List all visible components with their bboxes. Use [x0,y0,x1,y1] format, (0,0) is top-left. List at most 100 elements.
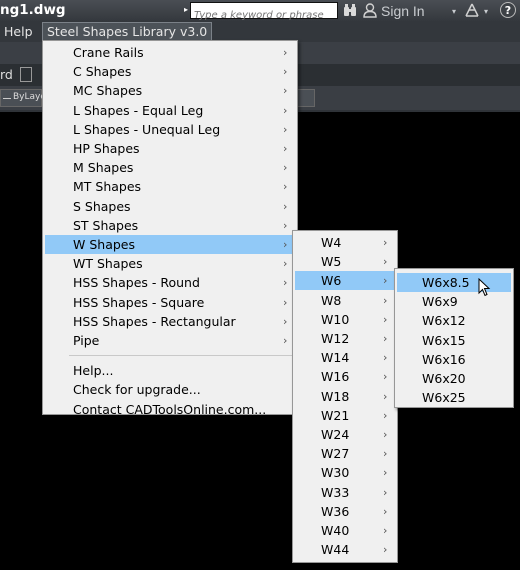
menu-bar: Help Steel Shapes Library v3.0 [0,22,520,42]
menu-item-w24[interactable]: W24 › [295,425,395,444]
menu-item-w36[interactable]: W36 › [295,502,395,521]
menu-item-w6x16[interactable]: W6x16 [397,350,511,369]
menu-item-label: W30 [321,465,350,481]
menu-item-w10[interactable]: W10 › [295,310,395,329]
menu-item-w6[interactable]: W6 › [295,271,395,291]
chevron-right-icon: › [283,218,288,232]
sign-in-link[interactable]: Sign In [381,3,425,19]
binoculars-icon[interactable] [343,4,357,17]
menu-item-mc-shapes[interactable]: MC Shapes › [45,81,295,100]
menu-item-label: W27 [321,446,350,462]
chevron-right-icon: › [283,142,288,155]
linetype-swatch [3,98,11,99]
exchange-apps-icon[interactable] [463,3,481,18]
menu-item-w14[interactable]: W14 › [295,348,395,367]
menu-item-pipe[interactable]: Pipe › [45,331,295,350]
menu-item-hss-shapes-square[interactable]: HSS Shapes - Square › [45,293,295,312]
chevron-right-icon: › [283,161,288,175]
dropdown-button[interactable] [297,89,315,107]
chevron-right-icon: › [283,257,288,271]
menu-item-contact-cadtoolsonline-com[interactable]: Contact CADToolsOnline.com... [45,400,295,419]
menu-item-w6x25[interactable]: W6x25 [397,388,511,407]
search-box[interactable] [190,2,340,23]
menu-item-wt-shapes[interactable]: WT Shapes › [45,254,295,273]
menu-item-check-for-upgrade[interactable]: Check for upgrade... [45,380,295,399]
chevron-down-icon[interactable]: ▾ [484,7,488,16]
menu-item-w-shapes[interactable]: W Shapes › [45,235,295,254]
menu-item-w30[interactable]: W30 › [295,463,395,482]
chevron-right-icon: › [283,65,288,79]
chevron-right-icon: › [283,334,288,347]
menu-item-label: W4 [321,235,342,250]
menu-item-m-shapes[interactable]: M Shapes › [45,158,295,177]
menu-item-w27[interactable]: W27 › [295,444,395,463]
chevron-down-icon[interactable]: ▾ [452,7,456,16]
chevron-right-icon: › [383,255,388,269]
linetype-dropdown[interactable]: ByLaye [0,89,46,107]
menu-item-label: W24 [321,427,350,442]
menu-item-w5[interactable]: W5 › [295,252,395,271]
menu-item-hp-shapes[interactable]: HP Shapes › [45,139,295,158]
menu-item-c-shapes[interactable]: C Shapes › [45,62,295,81]
chevron-right-icon: › [383,524,388,537]
menu-separator [69,355,293,357]
menu-item-label: W33 [321,484,350,500]
menu-steel-shapes-library[interactable]: Steel Shapes Library v3.0 [42,22,213,41]
menu-item-w12[interactable]: W12 › [295,329,395,348]
menu-item-mt-shapes[interactable]: MT Shapes › [45,177,295,196]
menu-item-w8[interactable]: W8 › [295,291,395,310]
chevron-right-icon: › [383,332,388,345]
menu-item-w40[interactable]: W40 › [295,521,395,540]
menu-item-l-shapes-unequal-leg[interactable]: L Shapes - Unequal Leg › [45,120,295,139]
menu-item-label: W6x25 [422,390,466,406]
menu-item-crane-rails[interactable]: Crane Rails › [45,43,295,62]
menu-item-s-shapes[interactable]: S Shapes › [45,197,295,216]
menu-item-label: Check for upgrade... [73,382,201,398]
menu-item-label: W14 [321,350,350,366]
window-title: ng1.dwg [0,2,66,18]
menu-item-w6x8-5[interactable]: W6x8.5 [397,273,511,292]
w6-submenu: W6x8.5 W6x9 W6x12 W6x15 W6x16 W6x20 W6x25 [394,268,514,408]
menu-item-label: W Shapes [73,237,135,252]
help-icon[interactable]: ? [500,2,516,18]
title-bar: ng1.dwg ▸ Sign In ▾ ▾ ? [0,0,520,23]
menu-help[interactable]: Help [4,22,33,42]
menu-item-label: W36 [321,503,350,519]
chevron-right-icon: › [383,466,388,480]
menu-item-help[interactable]: Help... [45,361,295,380]
menu-item-label: W8 [321,292,342,308]
menu-item-label: W6x16 [422,351,466,367]
menu-item-w4[interactable]: W4 › [295,233,395,252]
search-expand-icon[interactable]: ▸ [182,3,190,17]
menu-item-w18[interactable]: W18 › [295,387,395,406]
menu-item-hss-shapes-rectangular[interactable]: HSS Shapes - Rectangular › [45,312,295,331]
menu-item-w21[interactable]: W21 › [295,406,395,425]
chevron-right-icon: › [283,295,288,309]
user-icon[interactable] [363,3,377,18]
search-input[interactable] [191,8,340,23]
menu-item-w16[interactable]: W16 › [295,367,395,386]
chevron-right-icon: › [283,180,288,194]
menu-item-label: L Shapes - Equal Leg [73,102,204,118]
menu-item-st-shapes[interactable]: ST Shapes › [45,216,295,235]
menu-item-w6x12[interactable]: W6x12 [397,311,511,330]
menu-item-w6x20[interactable]: W6x20 [397,369,511,388]
toolbar-button[interactable] [20,67,32,82]
menu-item-label: W16 [321,369,350,385]
chevron-right-icon: › [383,408,388,422]
menu-item-label: HP Shapes [73,141,140,156]
mouse-cursor-icon [478,278,491,297]
menu-item-w6x9[interactable]: W6x9 [397,292,511,311]
menu-item-w44[interactable]: W44 › [295,540,395,559]
menu-item-label: W6 [321,273,342,289]
chevron-right-icon: › [383,428,388,441]
menu-item-l-shapes-equal-leg[interactable]: L Shapes - Equal Leg › [45,101,295,120]
menu-item-w6x15[interactable]: W6x15 [397,331,511,350]
menu-item-label: MT Shapes [73,179,142,195]
chevron-right-icon: › [383,485,388,499]
chevron-right-icon: › [283,276,288,290]
menu-item-hss-shapes-round[interactable]: HSS Shapes - Round › [45,273,295,292]
menu-item-label: Help... [73,363,114,379]
menu-item-w33[interactable]: W33 › [295,483,395,502]
menu-item-label: M Shapes [73,160,134,176]
